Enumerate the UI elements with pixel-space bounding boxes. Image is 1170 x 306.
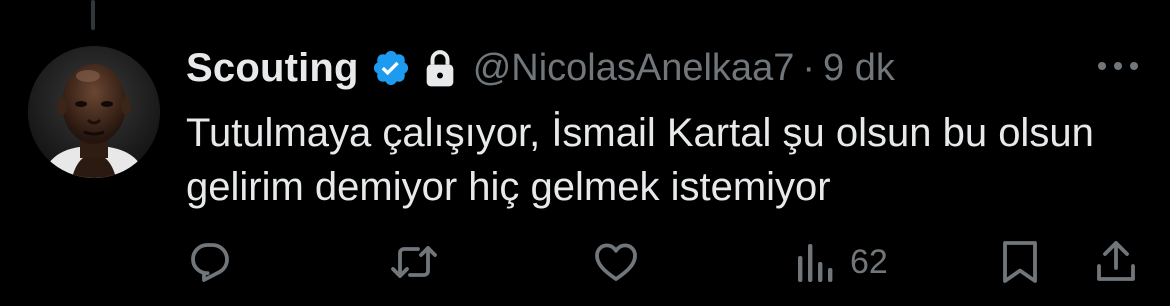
share-icon xyxy=(1097,241,1135,281)
retweet-button[interactable] xyxy=(388,232,440,292)
reply-icon xyxy=(191,243,229,282)
tweet-timestamp[interactable]: 9 dk xyxy=(823,47,895,90)
share-button[interactable] xyxy=(1094,232,1138,292)
lock-icon xyxy=(423,48,457,88)
bookmark-button[interactable] xyxy=(998,232,1042,292)
user-handle[interactable]: @NicolasAnelkaa7 xyxy=(473,47,795,90)
views-button[interactable]: 62 xyxy=(796,232,888,292)
bookmark-icon xyxy=(1003,241,1037,283)
tweet-header: Scouting @NicolasAnelkaa7 · 9 dk xyxy=(186,40,895,96)
views-count: 62 xyxy=(850,242,888,281)
thread-connector-line xyxy=(91,0,95,30)
display-name[interactable]: Scouting xyxy=(186,46,359,91)
reply-button[interactable] xyxy=(186,232,234,292)
more-icon[interactable] xyxy=(1094,54,1142,78)
retweet-icon xyxy=(391,246,437,278)
like-button[interactable] xyxy=(592,232,640,292)
avatar[interactable] xyxy=(28,46,160,178)
verified-badge-icon[interactable] xyxy=(371,48,411,88)
avatar-image xyxy=(28,46,160,178)
tweet-actions-bar: 62 xyxy=(0,232,1170,292)
tweet-text: Tutulmaya çalışıyor, İsmail Kartal şu ol… xyxy=(186,111,1105,209)
views-icon xyxy=(798,244,833,282)
separator-dot: · xyxy=(802,46,815,89)
heart-icon xyxy=(595,243,637,281)
